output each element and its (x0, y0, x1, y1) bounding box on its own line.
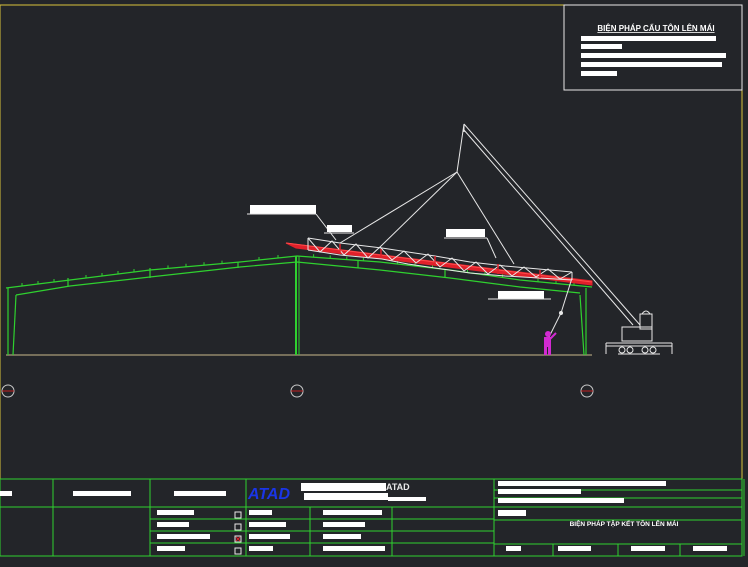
grid-axis-marker (290, 384, 304, 398)
note-line (581, 62, 722, 67)
note-line (581, 36, 716, 41)
note-heading: BIỆN PHÁP CẨU TÔN LÊN MÁI (597, 24, 714, 33)
company-name: ATAD (386, 482, 410, 492)
drawing-svg: BIỆN PHÁP CẨU TÔN LÊN MÁI ATAD ATAD BIỆN… (0, 4, 745, 557)
worker-icon (544, 331, 557, 355)
note-line (581, 71, 617, 76)
grid-axis-marker (1, 384, 15, 398)
callout-label (498, 291, 544, 299)
grid-axis-marker (580, 384, 594, 398)
note-line (581, 53, 726, 58)
grid-axis-markers (1, 384, 594, 398)
note-line (581, 44, 622, 49)
company-logo: ATAD (247, 486, 290, 503)
crane-boom (463, 123, 641, 326)
crane-icon (605, 310, 673, 355)
callout-label (327, 225, 352, 232)
callout-label (250, 205, 316, 214)
note-box: BIỆN PHÁP CẨU TÔN LÊN MÁI (563, 4, 743, 91)
tag-line (547, 277, 573, 340)
callout-label (446, 229, 485, 237)
cad-drawing-canvas: BIỆN PHÁP CẨU TÔN LÊN MÁI ATAD ATAD BIỆN… (0, 0, 748, 562)
